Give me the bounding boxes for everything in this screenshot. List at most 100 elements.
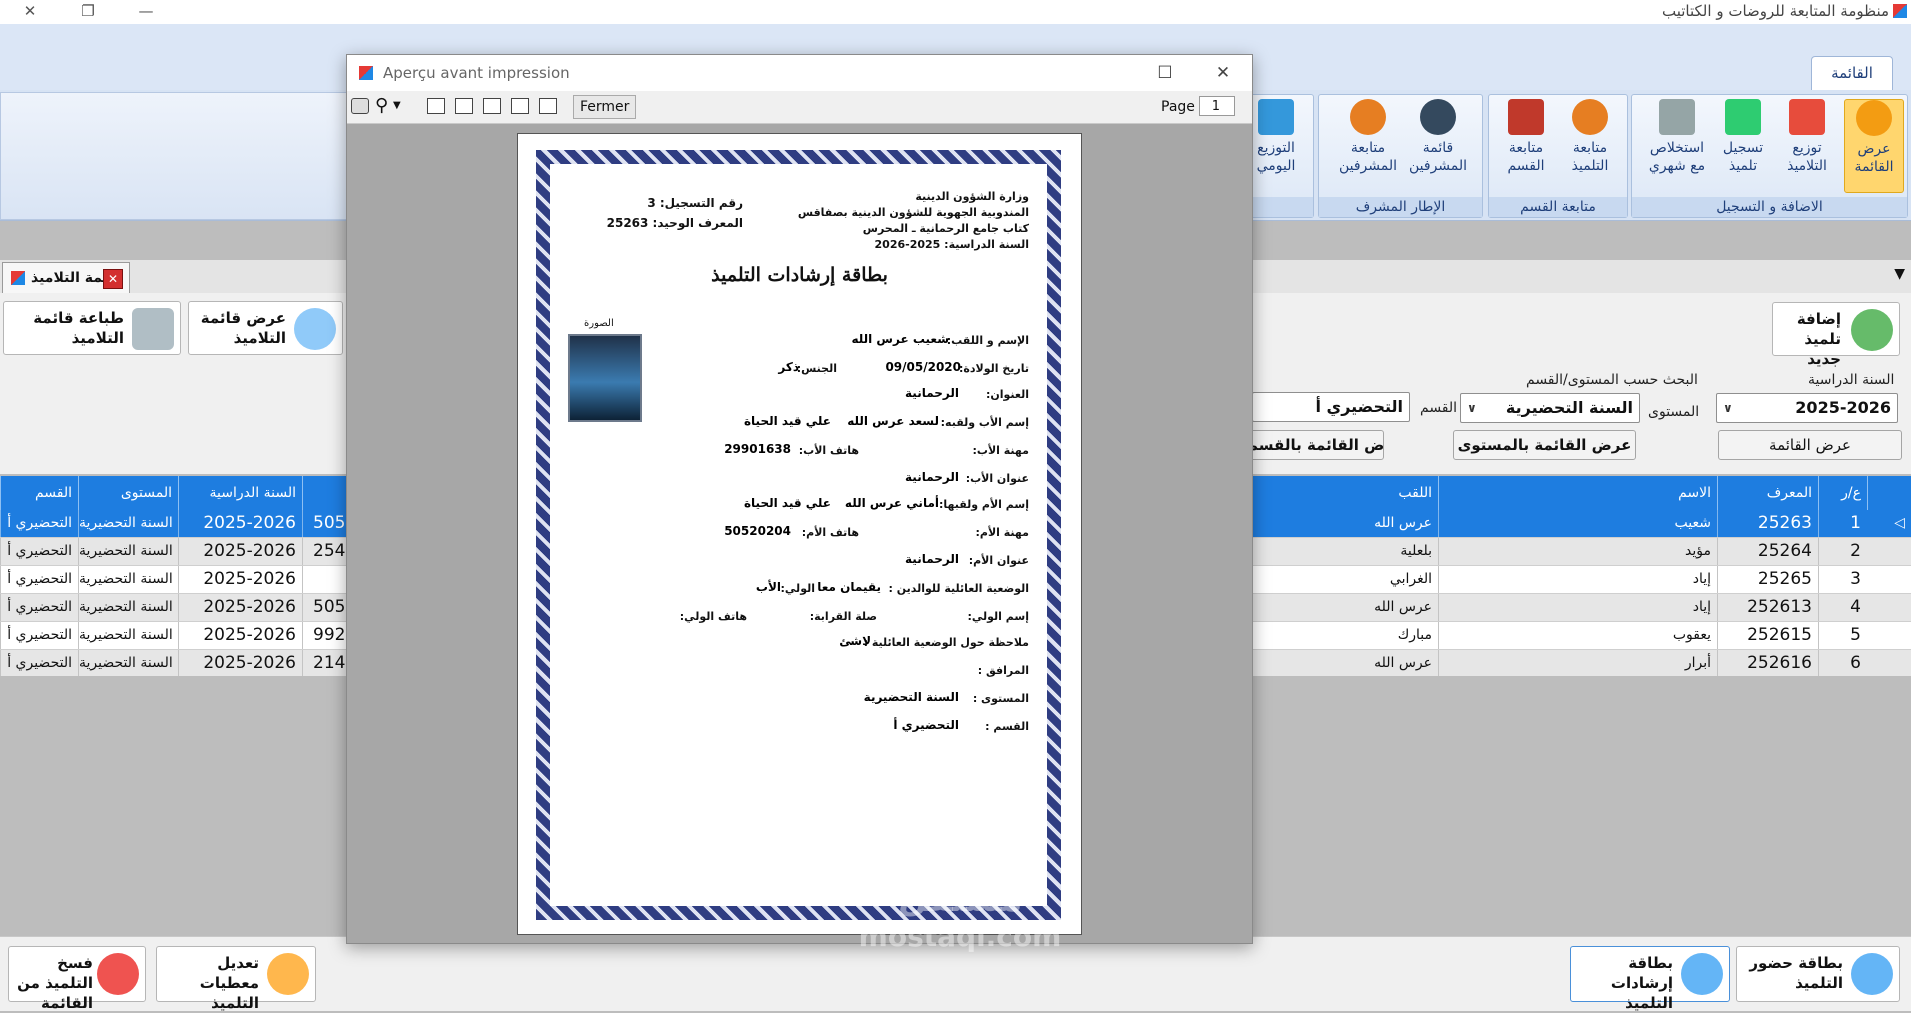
- chevron-down-icon[interactable]: ▼: [393, 100, 401, 111]
- card-field-value: شعيب عرس الله: [851, 332, 949, 346]
- monthly-payment-button[interactable]: استخلاص مع شهري: [1642, 99, 1712, 191]
- calendar-icon: [1258, 99, 1294, 135]
- unique-id-text: المعرف الوحيد: 25263: [606, 216, 743, 230]
- printer-icon[interactable]: [351, 98, 369, 114]
- delete-student-button[interactable]: فسخ التلميذ من القائمة: [8, 946, 146, 1012]
- tab-students-list[interactable]: قائمة التلاميذ ✕: [2, 262, 130, 293]
- show-year-list-button[interactable]: عرض القائمة: [1718, 430, 1902, 460]
- edit-user-icon: [267, 953, 309, 995]
- show-list-button[interactable]: عرض قائمة التلاميذ: [188, 301, 343, 355]
- maximize-icon[interactable]: ☐: [1155, 55, 1175, 91]
- card-field-value: الأب: [755, 580, 781, 594]
- guidance-card-button[interactable]: بطاقة إرشادات التلميذ: [1570, 946, 1730, 1012]
- edit-student-button[interactable]: تعديل معطيات التلميذ: [156, 946, 316, 1012]
- ribbon-group-supervisors: قائمة المشرفين متابعة المشرفين الإطار ال…: [1318, 94, 1483, 218]
- chevron-down-icon: ∨: [1723, 401, 1733, 415]
- register-student-button[interactable]: تسجيل تلميذ: [1714, 99, 1772, 191]
- presentation-chart-icon: [1508, 99, 1544, 135]
- dialog-title: Aperçu avant impression: [383, 64, 570, 82]
- card-field-label: هاتف الأم:: [801, 526, 859, 539]
- show-list-ribbon-button[interactable]: عرض القائمة: [1844, 99, 1904, 193]
- show-by-section-button[interactable]: عرض القائمة بالقسم: [1246, 430, 1384, 460]
- card-field-value: التحضيري أ: [893, 718, 959, 732]
- supervisors-list-button[interactable]: قائمة المشرفين: [1409, 99, 1467, 191]
- chevron-down-icon: ∨: [1467, 401, 1477, 415]
- six-pages-icon[interactable]: [539, 98, 557, 114]
- restore-icon[interactable]: ❐: [68, 0, 108, 24]
- pie-chart-icon: [1350, 99, 1386, 135]
- attendance-card-button[interactable]: بطاقة حضور التلميذ: [1736, 946, 1900, 1002]
- four-pages-icon[interactable]: [511, 98, 529, 114]
- add-user-icon: [1851, 309, 1893, 351]
- follow-student-button[interactable]: متابعة التلميذ: [1561, 99, 1619, 191]
- card-field-value: 29901638: [724, 442, 791, 456]
- card-field-value: علي قيد الحياة: [743, 414, 831, 428]
- user-info-icon: [1681, 953, 1723, 995]
- card-field-label: الولي:: [780, 582, 815, 595]
- preview-page: وزارة الشؤون الدينية المندوبية الجهوية ل…: [517, 133, 1082, 935]
- level-select[interactable]: ∨ السنة التحضيرية: [1460, 393, 1640, 423]
- follow-section-button[interactable]: متابعة القسم: [1497, 99, 1555, 191]
- ribbon-group-registration: عرض القائمة توزيع التلاميذ تسجيل تلميذ ا…: [1631, 94, 1908, 218]
- card-field-label: إسم الولي:: [967, 610, 1030, 623]
- year-select[interactable]: ∨ 2025-2026: [1716, 393, 1898, 423]
- supervisor-icon: [1420, 99, 1456, 135]
- two-pages-icon[interactable]: [455, 98, 473, 114]
- app-icon: [359, 66, 373, 80]
- org-chart-icon: [1789, 99, 1825, 135]
- card-field-label: مهنة الأب:: [972, 444, 1029, 457]
- close-tab-icon[interactable]: ✕: [103, 269, 123, 289]
- one-page-icon[interactable]: [427, 98, 445, 114]
- remove-user-icon: [97, 953, 139, 995]
- header-lastname[interactable]: اللقب: [1252, 476, 1438, 510]
- section-select[interactable]: التحضيري أ: [1252, 392, 1410, 422]
- dialog-titlebar: Aperçu avant impression ☐ ✕: [347, 55, 1252, 91]
- regional-text: المندوبية الجهوية للشؤون الدينية بصفاقس: [797, 206, 1029, 219]
- card-field-label: الوضعية العائلية للوالدين :: [888, 582, 1029, 595]
- search-icon: [294, 308, 336, 350]
- ribbon-tab-main[interactable]: القائمة: [1811, 56, 1893, 91]
- card-field-value: لسعد عرس الله: [847, 414, 939, 428]
- header-id[interactable]: المعرف: [1717, 476, 1818, 510]
- zoom-icon[interactable]: ⚲: [375, 95, 388, 116]
- card-field-label: القسم :: [985, 720, 1029, 733]
- card-field-value: الرحمانية: [905, 386, 959, 400]
- card-title: بطاقة إرشادات التلميذ: [711, 264, 888, 286]
- three-pages-icon[interactable]: [483, 98, 501, 114]
- preview-toolbar: ⚲ ▼ Fermer Page 1: [347, 91, 1252, 124]
- card-field-label: عنوان الأب:: [965, 472, 1029, 485]
- print-list-button[interactable]: طباعة قائمة التلاميذ: [3, 301, 181, 355]
- user-info-icon: [1851, 953, 1893, 995]
- show-by-level-button[interactable]: عرض القائمة بالمستوى: [1453, 430, 1636, 460]
- card-field-label: عنوان الأم:: [968, 554, 1029, 567]
- header-num[interactable]: ع/ر: [1818, 476, 1867, 510]
- distribute-students-button[interactable]: توزيع التلاميذ: [1778, 99, 1836, 191]
- minimize-icon[interactable]: —: [126, 0, 166, 24]
- search-group-label: البحث حسب المستوى/القسم: [1526, 372, 1698, 388]
- card-field-label: المرافق :: [977, 664, 1029, 677]
- card-field-value: أماني عرس الله: [844, 496, 939, 510]
- section-label: القسم: [1420, 400, 1458, 416]
- app-icon: [1893, 4, 1907, 18]
- follow-supervisors-button[interactable]: متابعة المشرفين: [1333, 99, 1403, 191]
- checkmark-icon: [1725, 99, 1761, 135]
- header-level[interactable]: المستوى: [78, 476, 178, 510]
- ribbon-group-section: متابعة التلميذ متابعة القسم متابعة القسم: [1488, 94, 1628, 218]
- close-preview-button[interactable]: Fermer: [573, 95, 637, 119]
- card-field-value: الرحمانية: [905, 470, 959, 484]
- header-year[interactable]: السنة الدراسية: [178, 476, 302, 510]
- app-title: منظومة المتابعة للروضات و الكتاتيب: [1662, 2, 1889, 20]
- tab-menu-chevron-icon[interactable]: ▼: [1894, 266, 1905, 282]
- close-icon[interactable]: ✕: [10, 0, 50, 24]
- daily-distribution-button[interactable]: التوزيع اليومي: [1247, 99, 1305, 191]
- card-field-value: لاشئ: [839, 634, 871, 648]
- header-section[interactable]: القسم: [0, 476, 78, 510]
- pie-chart-icon: [1572, 99, 1608, 135]
- header-name[interactable]: الاسم: [1438, 476, 1717, 510]
- printer-icon: [132, 308, 174, 350]
- card-field-value: السنة التحضيرية: [863, 690, 959, 704]
- card-field-label: ملاحظة حول الوضعية العائلية :: [863, 636, 1029, 649]
- close-icon[interactable]: ✕: [1213, 55, 1233, 91]
- add-student-button[interactable]: إضافة تلميذ جديد: [1772, 302, 1900, 368]
- page-number-input[interactable]: 1: [1199, 96, 1235, 116]
